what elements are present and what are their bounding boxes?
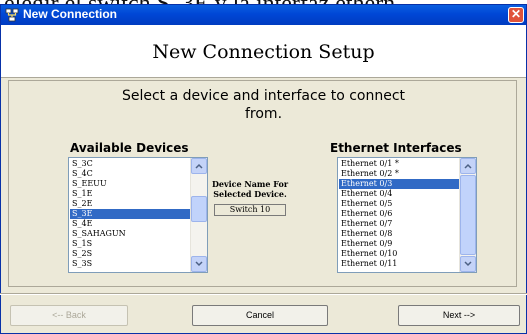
device-name-label-line-2: Selected Device. [213, 189, 287, 199]
list-item[interactable]: S_4E [70, 219, 190, 229]
devices-heading: Available Devices [70, 141, 189, 155]
list-item[interactable]: S_2E [70, 199, 190, 209]
devices-list: S_3C S_4C S_EEUU S_1E S_2E S_3E S_4E S_SAHAGUN S… [70, 159, 190, 269]
list-item[interactable]: S_3E [70, 209, 190, 219]
list-item[interactable]: Ethernet 0/7 [339, 219, 459, 229]
list-item[interactable]: Ethernet 0/10 [339, 249, 459, 259]
interfaces-list: Ethernet 0/1 * Ethernet 0/2 * Ethernet 0/3… [339, 159, 459, 269]
next-button[interactable]: Next --> [398, 305, 520, 326]
window-title: New Connection [23, 7, 118, 21]
chevron-down-icon [464, 261, 472, 267]
list-item[interactable]: Ethernet 0/8 [339, 229, 459, 239]
instruction-line-2: from. [244, 106, 283, 122]
close-icon: ✕ [511, 7, 522, 21]
list-item[interactable]: S_2S [70, 249, 190, 259]
list-item[interactable]: Ethernet 0/11 [339, 259, 459, 269]
scroll-down-button[interactable] [460, 256, 476, 272]
list-item[interactable]: S_3S [70, 259, 190, 269]
interfaces-listbox[interactable]: Ethernet 0/1 * Ethernet 0/2 * Ethernet 0/3… [337, 157, 477, 273]
device-name-value: Switch 10 [214, 204, 286, 216]
interfaces-scroll-thumb[interactable] [460, 175, 476, 255]
device-name-label-line-1: Device Name For [211, 179, 289, 189]
list-item[interactable]: Ethernet 0/1 * [339, 159, 459, 169]
list-item[interactable]: S_4C [70, 169, 190, 179]
list-item[interactable]: Ethernet 0/5 [339, 199, 459, 209]
list-item[interactable]: S_SAHAGUN [70, 229, 190, 239]
network-icon [5, 8, 19, 22]
back-button[interactable]: <-- Back [10, 305, 128, 326]
title-bar[interactable]: New Connection ✕ [1, 5, 526, 25]
chevron-up-icon [464, 163, 472, 169]
header-banner: New Connection Setup [1, 25, 526, 78]
list-item[interactable]: S_EEUU [70, 179, 190, 189]
list-item[interactable]: Ethernet 0/9 [339, 239, 459, 249]
list-item[interactable]: Ethernet 0/3 [339, 179, 459, 189]
list-item[interactable]: S_1S [70, 239, 190, 249]
instruction-line-1: Select a device and interface to connect [121, 88, 406, 104]
interfaces-scrollbar[interactable] [459, 158, 476, 272]
close-button[interactable]: ✕ [508, 7, 524, 23]
list-item[interactable]: Ethernet 0/6 [339, 209, 459, 219]
scroll-up-button[interactable] [460, 158, 476, 174]
list-item[interactable]: Ethernet 0/2 * [339, 169, 459, 179]
instruction-text: Select a device and interface to connect… [0, 87, 527, 123]
footer-divider [0, 293, 527, 295]
devices-scroll-thumb[interactable] [191, 196, 207, 222]
devices-listbox[interactable]: S_3C S_4C S_EEUU S_1E S_2E S_3E S_4E S_SAHAGUN S… [68, 157, 208, 273]
list-item[interactable]: S_3C [70, 159, 190, 169]
device-name-label: Device Name For Selected Device. [200, 179, 300, 199]
chevron-up-icon [195, 163, 203, 169]
chevron-down-icon [195, 261, 203, 267]
scroll-down-button[interactable] [191, 256, 207, 272]
interfaces-heading: Ethernet Interfaces [330, 141, 462, 155]
scroll-up-button[interactable] [191, 158, 207, 174]
cancel-button[interactable]: Cancel [192, 305, 328, 326]
devices-scrollbar[interactable] [190, 158, 207, 272]
list-item[interactable]: Ethernet 0/4 [339, 189, 459, 199]
page-title: New Connection Setup [152, 41, 375, 63]
list-item[interactable]: S_1E [70, 189, 190, 199]
